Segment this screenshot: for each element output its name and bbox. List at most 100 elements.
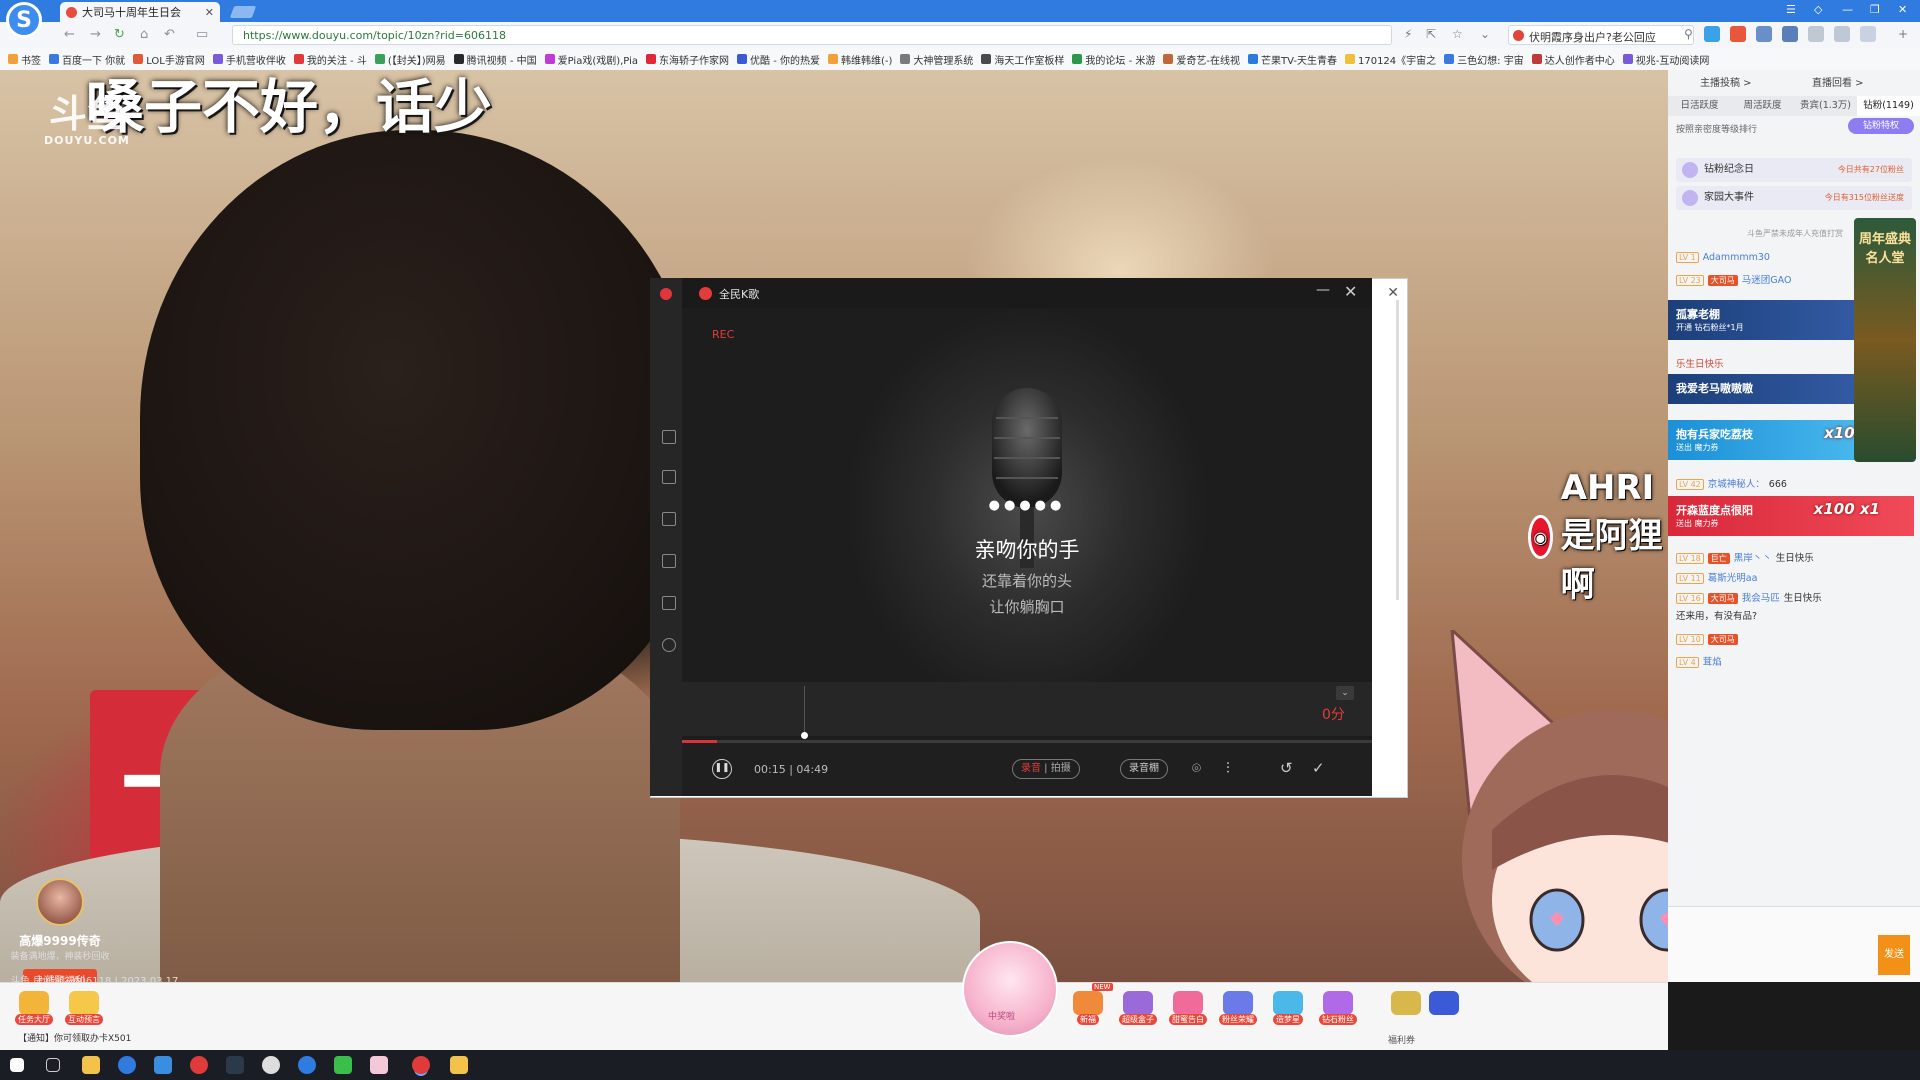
chat-nick[interactable]: 马迷团GAO: [1742, 275, 1792, 286]
equalizer-icon[interactable]: ⫶: [1226, 759, 1230, 777]
streamer-submissions-link[interactable]: 主播投稿 >: [1700, 74, 1752, 89]
record-mode-toggle[interactable]: 录音 | 拍摄: [1012, 759, 1080, 779]
gift-item[interactable]: 新福 NEW: [1068, 983, 1113, 1025]
new-tab-button[interactable]: [229, 6, 257, 18]
tab-daily[interactable]: 日活跃度: [1668, 96, 1731, 116]
replay-link[interactable]: 直播回看 >: [1812, 74, 1864, 89]
game-promo[interactable]: 高爆9999传奇 装备满地爆，神装秒回收 上线领福利: [8, 878, 112, 982]
bookmark-item[interactable]: 爱Pia戏(戏剧),Pia: [544, 48, 638, 70]
minimize-icon[interactable]: —: [1842, 3, 1853, 16]
bookmark-item[interactable]: 海天工作室板样: [981, 48, 1064, 70]
netease-music-icon[interactable]: [190, 1056, 208, 1074]
list-icon[interactable]: [662, 596, 676, 610]
bookmark-item[interactable]: 韩维韩维(-): [828, 48, 892, 70]
send-button[interactable]: 发送: [1878, 935, 1910, 975]
video-icon[interactable]: [662, 512, 676, 526]
gift-item[interactable]: [1424, 991, 1464, 1015]
refresh-icon[interactable]: ↻: [114, 27, 125, 42]
chat-message[interactable]: LV 18 巨亡 黑岸丶丶 生日快乐: [1676, 550, 1914, 564]
gift-item[interactable]: 钻石粉丝: [1318, 991, 1358, 1025]
like-icon[interactable]: [662, 430, 676, 444]
browser-tab-active[interactable]: 大司马十周年生日会 ✕: [60, 2, 220, 22]
back-window-scrollbar[interactable]: [1396, 300, 1399, 600]
bookmark-item[interactable]: 达人创作者中心: [1531, 48, 1615, 70]
app-icon[interactable]: [226, 1056, 244, 1074]
extension-icon[interactable]: [1782, 26, 1798, 42]
karaoke-taskbar-icon[interactable]: [412, 1056, 430, 1074]
gift-item[interactable]: 粉丝荣耀: [1218, 991, 1258, 1025]
add-icon[interactable]: +: [1898, 27, 1908, 41]
restore-icon[interactable]: ❐: [1870, 3, 1880, 16]
mode-video[interactable]: 拍摄: [1051, 763, 1071, 774]
share-icon[interactable]: ⇱: [1426, 27, 1436, 41]
mic-side-icon[interactable]: [662, 638, 676, 652]
download-icon[interactable]: [1808, 26, 1824, 42]
kuwo-icon[interactable]: [154, 1056, 172, 1074]
hall-of-fame-banner[interactable]: 周年盛典名人堂: [1854, 218, 1916, 462]
task-hall-button[interactable]: 任务大厅: [14, 991, 54, 1025]
extension-icon[interactable]: [1704, 26, 1720, 42]
search-icon[interactable]: ⚲: [1684, 27, 1693, 41]
notice-text[interactable]: 【通知】你可领取办卡X501: [18, 1031, 131, 1044]
chat-nick[interactable]: 京城神秘人：: [1708, 479, 1765, 490]
wechat-icon[interactable]: [334, 1056, 352, 1074]
search-input[interactable]: 伏明霞序身出户?老公回应: [1508, 25, 1694, 45]
bookmark-item[interactable]: 170124《宇宙之: [1344, 48, 1436, 70]
back-window-close-icon[interactable]: ✕: [1387, 285, 1399, 301]
gift-banner[interactable]: 开森蓝度点很阳 送出 魔力券 x100 x1: [1668, 496, 1914, 536]
obs-icon[interactable]: [262, 1056, 280, 1074]
bookmark-item[interactable]: 三色幻想: 宇宙: [1444, 48, 1524, 70]
welfare-coupon[interactable]: 福利券: [1388, 1033, 1415, 1046]
back-icon[interactable]: ←: [64, 27, 75, 42]
app-icon[interactable]: [450, 1056, 468, 1074]
windows-start-icon[interactable]: [10, 1058, 24, 1072]
close-window-icon[interactable]: ✕: [1898, 3, 1907, 16]
home-icon[interactable]: ⌂: [140, 27, 148, 42]
tools-icon[interactable]: [1834, 26, 1850, 42]
tab-weekly[interactable]: 周活跃度: [1731, 96, 1794, 116]
bookmark-item[interactable]: 我的关注 - 斗: [293, 48, 367, 70]
browser-logo-icon[interactable]: S: [6, 2, 42, 38]
chat-nick[interactable]: 茸焰: [1703, 657, 1722, 668]
chat-nick[interactable]: 葛斯光明aa: [1708, 573, 1758, 584]
gift-bowl-mascot[interactable]: 中奖啦: [962, 941, 1058, 1037]
chat-message[interactable]: LV 42 京城神秘人： 666: [1676, 476, 1914, 490]
reading-icon[interactable]: ▭: [196, 27, 208, 42]
chat-message[interactable]: LV 10 大司马: [1676, 634, 1914, 645]
flash-icon[interactable]: ⚡: [1404, 27, 1412, 41]
app-icon[interactable]: [370, 1056, 388, 1074]
bookmark-item[interactable]: (【封关】)网易: [374, 48, 446, 70]
bookmark-item[interactable]: 我的论坛 - 米游: [1072, 48, 1155, 70]
tab-vip[interactable]: 贵宾(1.3万): [1794, 96, 1857, 116]
chat-nick[interactable]: Adammmm30: [1703, 252, 1770, 263]
gift-item[interactable]: [1386, 991, 1426, 1015]
extension-icon[interactable]: [1756, 26, 1772, 42]
gift-item[interactable]: 超级盒子: [1118, 991, 1158, 1025]
bookmark-item[interactable]: 爱奇艺-在线视: [1163, 48, 1240, 70]
studio-button[interactable]: 录音棚: [1120, 759, 1168, 779]
bookmark-item[interactable]: 书签: [8, 48, 41, 70]
browser-taskbar-icon[interactable]: [298, 1056, 316, 1074]
browser-taskbar-icon[interactable]: [118, 1056, 136, 1074]
skin-icon[interactable]: ◇: [1814, 3, 1822, 16]
history-icon[interactable]: [1860, 26, 1876, 42]
chat-nick[interactable]: 黑岸丶丶: [1734, 553, 1772, 564]
prediction-button[interactable]: 互动预言: [64, 991, 104, 1025]
restart-icon[interactable]: ↺: [1280, 759, 1293, 777]
pause-button[interactable]: ❚❚: [712, 759, 732, 779]
bookmark-item[interactable]: 优酷 - 你的热爱: [737, 48, 820, 70]
bookmark-item[interactable]: 手机营收伴收: [212, 48, 286, 70]
extension-icon[interactable]: [1730, 26, 1746, 42]
chat-nick[interactable]: 我会马匹: [1742, 593, 1780, 604]
tab-diamond-fans[interactable]: 钻粉(1149): [1857, 96, 1920, 116]
task-view-icon[interactable]: [46, 1058, 60, 1072]
bookmark-item[interactable]: 芒果TV-天生青春: [1248, 48, 1337, 70]
chat-message[interactable]: LV 4 茸焰: [1676, 654, 1914, 668]
bookmark-item[interactable]: 东海轿子作家网: [646, 48, 729, 70]
comment-icon[interactable]: [662, 470, 676, 484]
tab-close-icon[interactable]: ✕: [205, 6, 214, 19]
camera-icon[interactable]: ⌾: [1192, 759, 1201, 777]
address-bar[interactable]: https://www.douyu.com/topic/10zn?rid=606…: [232, 25, 1392, 45]
mode-record[interactable]: 录音: [1021, 763, 1041, 774]
forward-icon[interactable]: →: [90, 27, 101, 42]
